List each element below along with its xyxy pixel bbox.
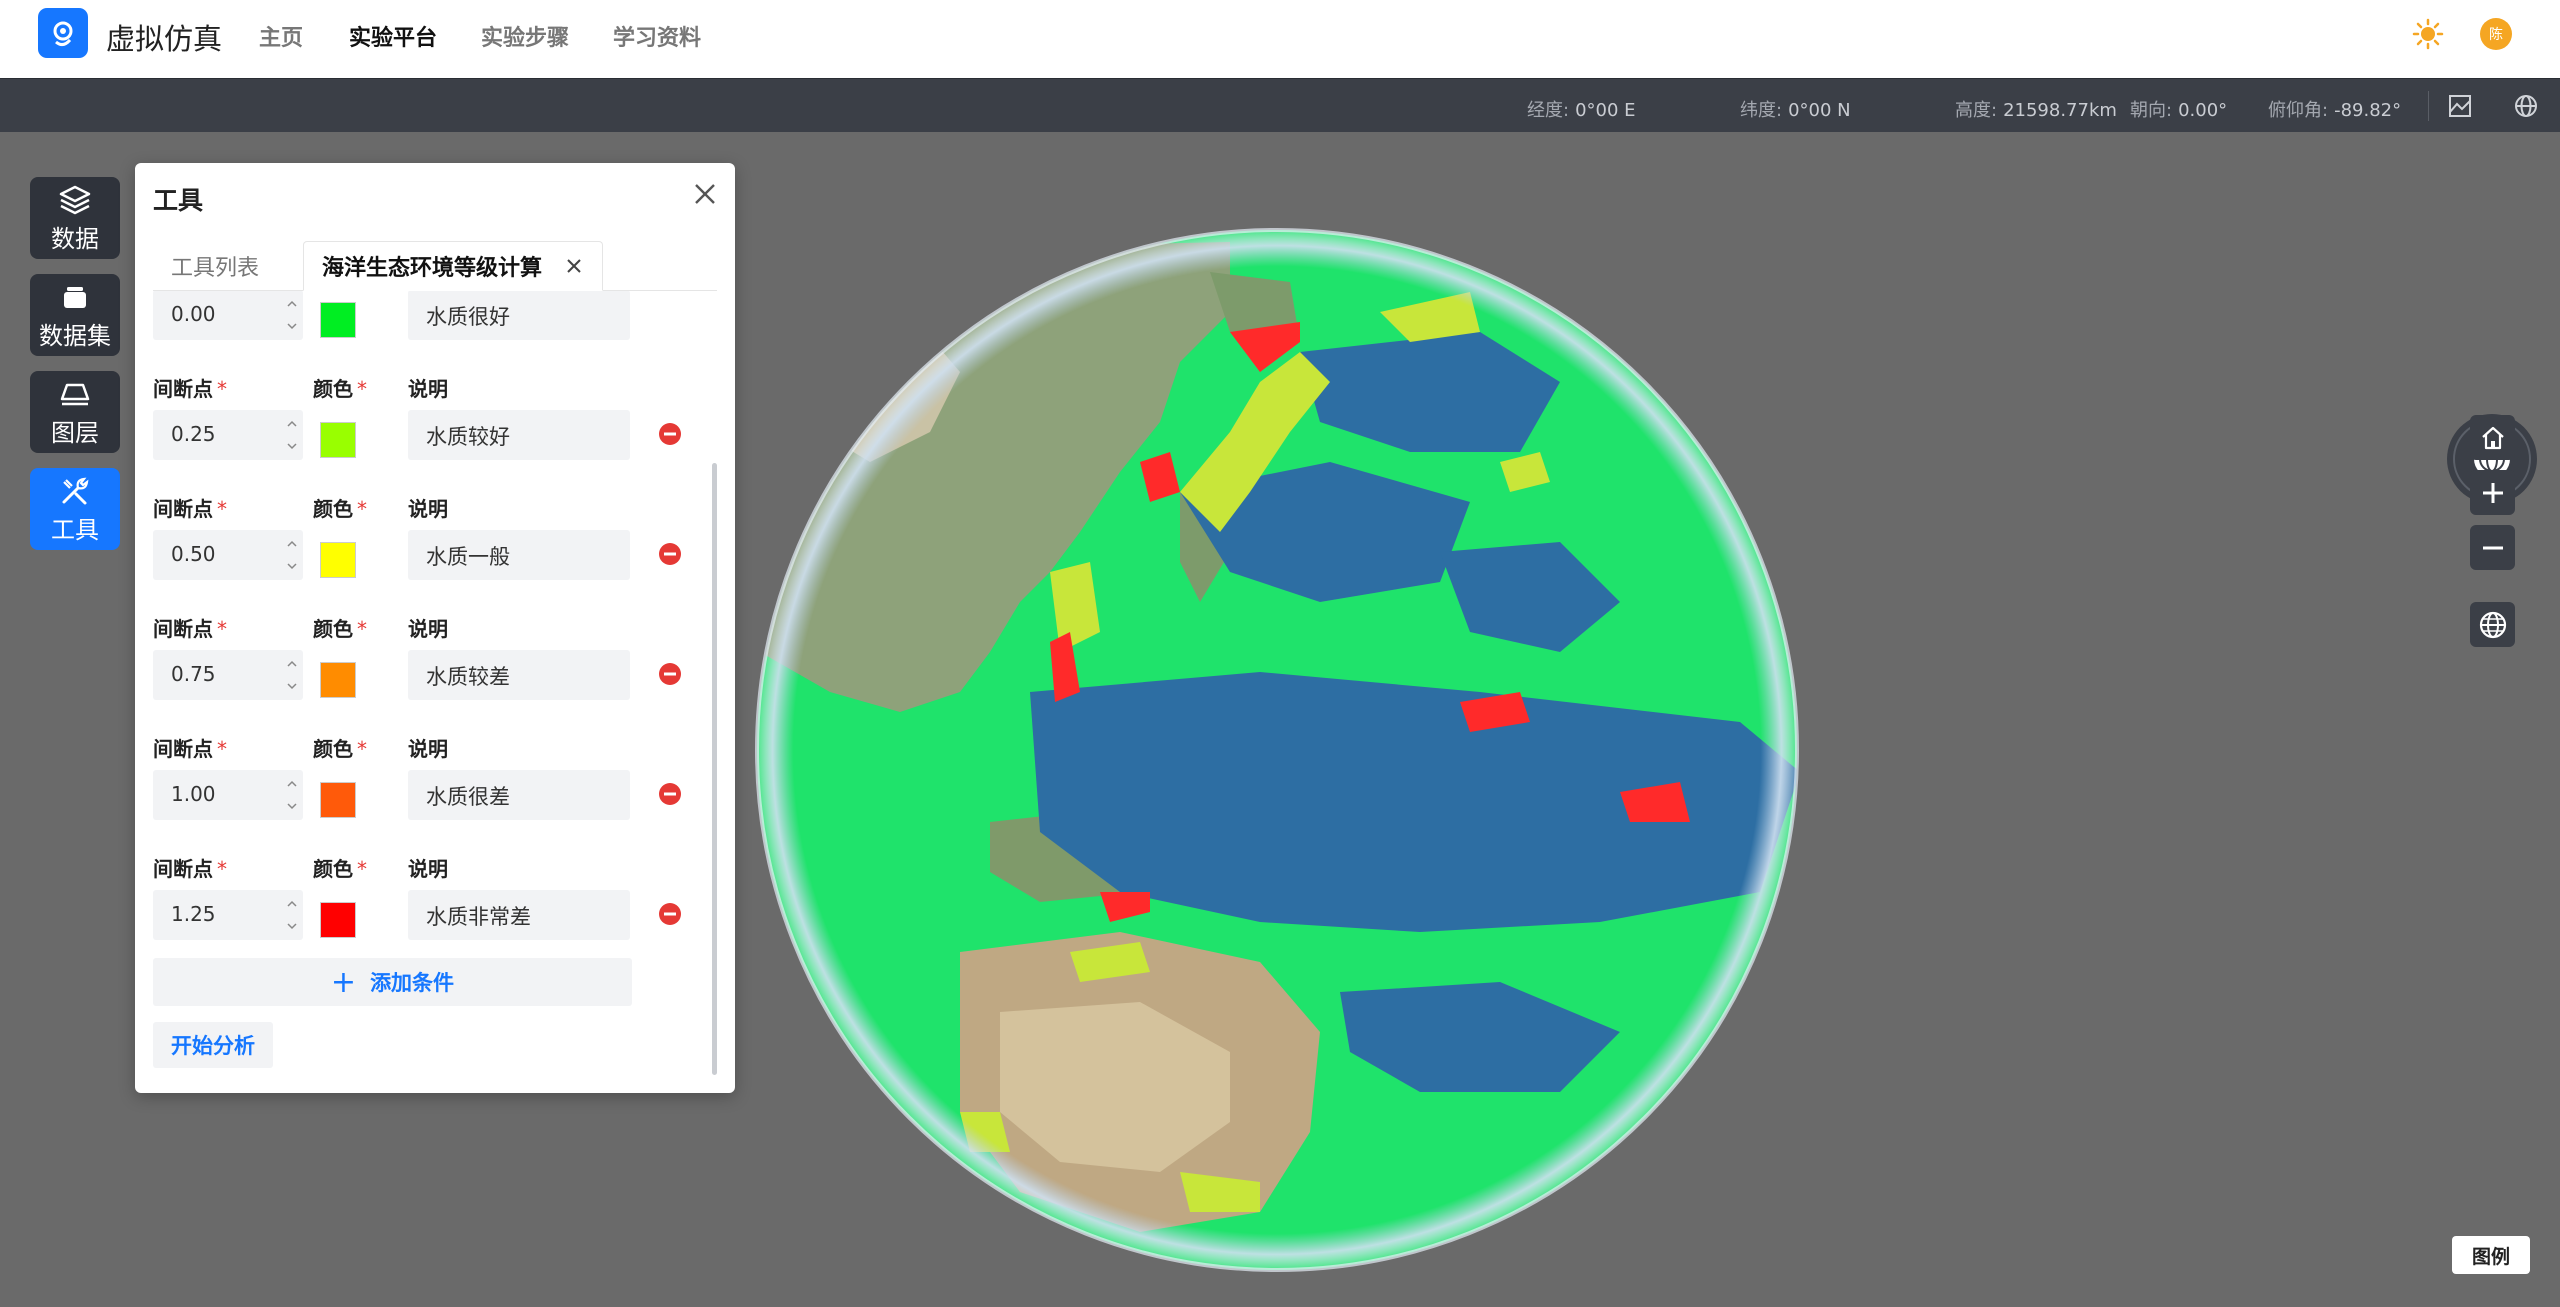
- close-icon[interactable]: [690, 179, 720, 209]
- globe-language-icon[interactable]: [2512, 92, 2540, 120]
- description-label: 说明: [408, 737, 448, 761]
- breakpoint-list: 0.00 水质很好 间断点 * 颜色 * 说明 0.25 水质较好 间断点 * 颜色 *…: [153, 291, 693, 966]
- breakpoint-label: 间断点 *: [153, 377, 227, 401]
- stepper-icon[interactable]: [281, 410, 303, 460]
- description-input[interactable]: 水质较好: [408, 410, 630, 460]
- start-analysis-button[interactable]: 开始分析: [153, 1022, 273, 1068]
- panel-scrollbar[interactable]: [712, 463, 717, 1075]
- plus-icon: +: [330, 964, 357, 1000]
- sidebar-item-layer[interactable]: 图层: [30, 371, 120, 453]
- breakpoint-label: 间断点 *: [153, 617, 227, 641]
- tool-panel: 工具 工具列表 海洋生态环境等级计算 0.00 水质很好 间断点* 颜色*: [135, 163, 735, 1093]
- breakpoint-label: 间断点 *: [153, 857, 227, 881]
- home-button[interactable]: [2470, 415, 2515, 460]
- nav-item-materials[interactable]: 学习资料: [613, 20, 701, 52]
- color-swatch[interactable]: [320, 902, 356, 938]
- nav-item-home[interactable]: 主页: [259, 20, 303, 52]
- sidebar-item-dataset[interactable]: 数据集: [30, 274, 120, 356]
- stepper-icon[interactable]: [281, 650, 303, 700]
- list-item: 间断点 * 颜色 * 说明 1.25 水质非常差: [153, 843, 693, 963]
- brand-title: 虚拟仿真: [106, 22, 223, 56]
- globe-icon: [2479, 611, 2506, 638]
- nav-item-platform[interactable]: 实验平台: [349, 20, 437, 52]
- description-input[interactable]: 水质一般: [408, 530, 630, 580]
- sidebar-item-tools[interactable]: 工具: [30, 468, 120, 550]
- remove-row-icon[interactable]: [657, 541, 683, 567]
- sidebar-item-label: 数据集: [39, 321, 111, 350]
- sidebar-item-label: 图层: [51, 418, 99, 447]
- tab-marine-eco-calc[interactable]: 海洋生态环境等级计算: [303, 241, 604, 291]
- nav-item-steps[interactable]: 实验步骤: [481, 20, 569, 52]
- description-label: 说明: [408, 377, 448, 401]
- legend-button[interactable]: 图例: [2452, 1236, 2530, 1274]
- experiment-logo-icon[interactable]: [38, 8, 88, 58]
- list-item: 间断点 * 颜色 * 说明 0.50 水质一般: [153, 483, 693, 603]
- description-label: 说明: [408, 857, 448, 881]
- description-label: 说明: [408, 497, 448, 521]
- layer-plane-icon: [60, 383, 90, 405]
- color-label: 颜色 *: [313, 737, 367, 761]
- description-input[interactable]: 水质较差: [408, 650, 630, 700]
- list-item: 间断点 * 颜色 * 说明 1.00 水质很差: [153, 723, 693, 843]
- description-label: 说明: [408, 617, 448, 641]
- color-swatch[interactable]: [320, 662, 356, 698]
- stepper-icon[interactable]: [281, 890, 303, 940]
- remove-row-icon[interactable]: [657, 781, 683, 807]
- minus-icon: [2482, 546, 2503, 549]
- sun-icon[interactable]: [2412, 18, 2444, 50]
- zoom-in-button[interactable]: [2470, 470, 2515, 515]
- coordinate-status-bar: 经度: 0°00 E 纬度: 0°00 N 高度: 21598.77km 朝向: 0.0…: [0, 78, 2560, 132]
- remove-row-icon[interactable]: [657, 901, 683, 927]
- home-icon: [2481, 426, 2504, 449]
- latitude-readout: 纬度: 0°00 N: [1740, 100, 1851, 121]
- longitude-readout: 经度: 0°00 E: [1527, 100, 1636, 121]
- stepper-icon[interactable]: [281, 530, 303, 580]
- stepper-icon[interactable]: [281, 291, 303, 340]
- tab-close-icon[interactable]: [564, 256, 584, 276]
- sidebar-item-data[interactable]: 数据: [30, 177, 120, 259]
- status-divider: [2428, 91, 2429, 121]
- heading-readout: 朝向: 0.00°: [2130, 100, 2228, 121]
- plus-icon: [2482, 482, 2503, 503]
- zoom-out-button[interactable]: [2470, 525, 2515, 570]
- globe-view-button[interactable]: [2470, 602, 2515, 647]
- pitch-readout: 俯仰角: -89.82°: [2268, 100, 2402, 121]
- stepper-icon[interactable]: [281, 770, 303, 820]
- sidebar-item-label: 工具: [51, 515, 99, 544]
- color-swatch[interactable]: [320, 422, 356, 458]
- color-label: 颜色 *: [313, 377, 367, 401]
- remove-row-icon[interactable]: [657, 421, 683, 447]
- color-label: 颜色 *: [313, 617, 367, 641]
- tools-icon: [62, 477, 89, 504]
- color-swatch[interactable]: [320, 302, 356, 338]
- description-input[interactable]: 水质很差: [408, 770, 630, 820]
- altitude-readout: 高度: 21598.77km: [1955, 100, 2117, 121]
- tab-tool-list[interactable]: 工具列表: [153, 241, 277, 291]
- panel-title: 工具: [153, 186, 204, 215]
- description-input[interactable]: 水质非常差: [408, 890, 630, 940]
- description-input[interactable]: 水质很好: [408, 291, 630, 340]
- color-swatch[interactable]: [320, 542, 356, 578]
- color-swatch[interactable]: [320, 782, 356, 818]
- top-nav: 虚拟仿真 主页 实验平台 实验步骤 学习资料 陈: [0, 0, 2560, 78]
- list-item: 0.00 水质很好: [153, 291, 693, 363]
- list-item: 间断点 * 颜色 * 说明 0.75 水质较差: [153, 603, 693, 723]
- sidebar-item-label: 数据: [51, 224, 99, 253]
- layers-icon: [59, 185, 91, 214]
- tab-bar: 工具列表 海洋生态环境等级计算: [153, 241, 717, 291]
- dataset-icon: [64, 286, 86, 308]
- breakpoint-label: 间断点 *: [153, 737, 227, 761]
- breakpoint-label: 间断点 *: [153, 497, 227, 521]
- color-label: 颜色 *: [313, 857, 367, 881]
- list-item: 间断点 * 颜色 * 说明 0.25 水质较好: [153, 363, 693, 483]
- add-condition-button[interactable]: + 添加条件: [153, 958, 632, 1006]
- avatar[interactable]: 陈: [2480, 18, 2512, 50]
- map-image-icon[interactable]: [2446, 92, 2474, 120]
- color-label: 颜色 *: [313, 497, 367, 521]
- remove-row-icon[interactable]: [657, 661, 683, 687]
